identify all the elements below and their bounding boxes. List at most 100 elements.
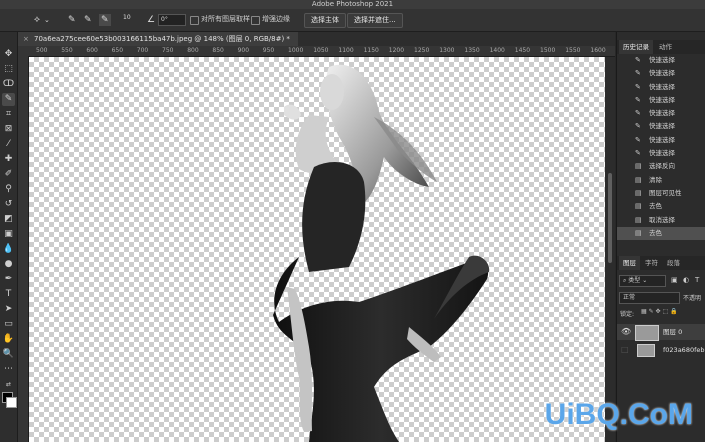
document-tab-bar: × 70a6ea275cee60e53b003166115ba47b.jpeg …: [18, 32, 615, 46]
horizontal-ruler: 500 550 600 650 700 750 800 850 900 950 1000 1050 11…: [28, 46, 615, 57]
tab-character[interactable]: 字符: [641, 256, 662, 270]
tab-paragraph[interactable]: 段落: [663, 256, 684, 270]
new-selection-icon[interactable]: ✎: [68, 14, 76, 26]
blend-mode-dropdown[interactable]: 正常: [619, 292, 680, 304]
ruler-tick-label: 1100: [338, 47, 354, 54]
eraser-tool-icon[interactable]: ◩: [2, 213, 15, 226]
path-selection-tool-icon[interactable]: ➤: [2, 303, 15, 316]
tab-actions[interactable]: 动作: [655, 40, 676, 54]
enhance-edge-label: 增强边缘: [262, 15, 290, 23]
select-subject-button[interactable]: 选择主体: [304, 13, 346, 28]
quick-selection-icon[interactable]: ⟡: [34, 14, 40, 26]
ruler-tick-label: 900: [237, 47, 250, 54]
brush-size-value[interactable]: 10: [123, 12, 131, 24]
layer-row[interactable]: 👁 图层 0: [617, 324, 705, 341]
history-item[interactable]: ✎ 快速选择: [617, 120, 705, 133]
filter-type-icon[interactable]: T: [695, 276, 699, 284]
healing-brush-tool-icon[interactable]: ✚: [2, 153, 15, 166]
vertical-ruler: [18, 46, 29, 442]
ruler-tick-label: 1550: [565, 47, 581, 54]
type-tool-icon[interactable]: T: [2, 288, 15, 301]
history-item[interactable]: ✎ 快速选择: [617, 67, 705, 80]
zoom-tool-icon[interactable]: 🔍: [2, 348, 15, 361]
history-brush-tool-icon[interactable]: ↺: [2, 198, 15, 211]
sample-all-layers-label: 对所有图层取样: [201, 15, 250, 23]
layer-name: 图层 0: [663, 328, 683, 336]
scrollbar-thumb[interactable]: [608, 173, 612, 263]
ruler-tick-label: 700: [136, 47, 149, 54]
history-item[interactable]: ▤ 选择反向: [617, 160, 705, 173]
visibility-off-icon[interactable]: □: [621, 345, 629, 354]
marquee-tool-icon[interactable]: ⬚: [2, 63, 15, 76]
document-icon: ▤: [635, 175, 642, 184]
layer-thumbnail: [637, 344, 655, 357]
chevron-down-icon[interactable]: ⌄: [44, 14, 50, 26]
document-canvas[interactable]: [29, 57, 605, 442]
select-and-mask-button[interactable]: 选择并遮住...: [347, 13, 403, 28]
search-icon: ⌕: [623, 277, 627, 284]
document-tab[interactable]: × 70a6ea275cee60e53b003166115ba47b.jpeg …: [18, 32, 298, 46]
history-item[interactable]: ✎ 快速选择: [617, 54, 705, 67]
lock-icons[interactable]: ▦ ✎ ✥ ⬚ 🔒: [641, 308, 678, 315]
gradient-tool-icon[interactable]: ▣: [2, 228, 15, 241]
quick-select-icon: ✎: [635, 122, 641, 131]
lock-label: 锁定:: [620, 311, 635, 318]
history-item[interactable]: ▤ 清除: [617, 174, 705, 187]
layers-panel-tabs: 图层 字符 段落: [617, 256, 705, 270]
tab-history[interactable]: 历史记录: [619, 40, 653, 54]
rectangle-tool-icon[interactable]: ▭: [2, 318, 15, 331]
eyedropper-tool-icon[interactable]: ⁄: [2, 138, 15, 151]
brush-tool-icon[interactable]: ✐: [2, 168, 15, 181]
ruler-tick-label: 1350: [464, 47, 480, 54]
history-item[interactable]: ▤ 取消选择: [617, 214, 705, 227]
enhance-edge-checkbox[interactable]: [251, 16, 260, 25]
pen-tool-icon[interactable]: ✒: [2, 273, 15, 286]
sample-all-layers-checkbox[interactable]: [190, 16, 199, 25]
history-item[interactable]: ✎ 快速选择: [617, 134, 705, 147]
history-item[interactable]: ▤ 图层可见性: [617, 187, 705, 200]
visibility-eye-icon[interactable]: 👁: [621, 327, 631, 336]
lasso-tool-icon[interactable]: ↀ: [2, 78, 15, 91]
close-icon[interactable]: ×: [23, 32, 29, 46]
history-item[interactable]: ✎ 快速选择: [617, 81, 705, 94]
add-selection-icon[interactable]: ✎: [84, 14, 92, 26]
ruler-tick-label: 1400: [489, 47, 505, 54]
clone-stamp-tool-icon[interactable]: ⚲: [2, 183, 15, 196]
quick-select-icon: ✎: [635, 56, 641, 64]
filter-image-icon[interactable]: ▣: [671, 276, 678, 284]
layer-filter-label: 类型: [628, 277, 641, 284]
layer-filter-dropdown[interactable]: ⌕ 类型 ⌄: [619, 275, 666, 287]
tab-layers[interactable]: 图层: [619, 256, 640, 270]
filter-adjust-icon[interactable]: ◐: [683, 276, 689, 284]
dodge-tool-icon[interactable]: ●: [2, 258, 15, 271]
layer-row[interactable]: □ f023a680feb...: [617, 342, 705, 358]
hand-tool-icon[interactable]: ✋: [2, 333, 15, 346]
angle-field[interactable]: 0°: [158, 14, 186, 26]
document-icon: ▤: [635, 215, 642, 224]
ruler-tick-label: 800: [187, 47, 199, 54]
history-item[interactable]: ✎ 快速选择: [617, 107, 705, 120]
history-item-active[interactable]: ▤ 去色: [617, 226, 705, 241]
swap-colors-icon[interactable]: ⇄: [2, 378, 15, 391]
ruler-tick-label: 1600: [590, 47, 606, 54]
quick-select-icon: ✎: [635, 69, 641, 78]
ruler-tick-label: 650: [111, 47, 124, 54]
move-tool-icon[interactable]: ✥: [2, 48, 15, 61]
background-color-swatch[interactable]: [6, 397, 17, 408]
frame-tool-icon[interactable]: ⊠: [2, 123, 15, 136]
document-icon: ▤: [635, 188, 642, 197]
more-tools-icon[interactable]: ⋯: [2, 363, 15, 376]
options-bar: ⟡ ⌄ ✎ ✎ ✎ 10 ∠ 0° 对所有图层取样 增强边缘 选择主体 选择并遮…: [0, 9, 705, 32]
subtract-selection-icon[interactable]: ✎: [99, 14, 111, 26]
canvas-scrollbar[interactable]: [605, 57, 615, 442]
crop-tool-icon[interactable]: ⌗: [2, 108, 15, 121]
quick-select-icon: ✎: [635, 82, 641, 91]
blur-tool-icon[interactable]: 💧: [2, 243, 15, 256]
opacity-label: 不透明: [683, 295, 702, 302]
ruler-tick-label: 1500: [540, 47, 556, 54]
quick-selection-tool-icon[interactable]: ✎: [2, 93, 15, 106]
history-item[interactable]: ▤ 去色: [617, 200, 705, 213]
history-item[interactable]: ✎ 快速选择: [617, 147, 705, 160]
quick-select-icon: ✎: [635, 95, 641, 104]
history-item[interactable]: ✎ 快速选择: [617, 94, 705, 107]
